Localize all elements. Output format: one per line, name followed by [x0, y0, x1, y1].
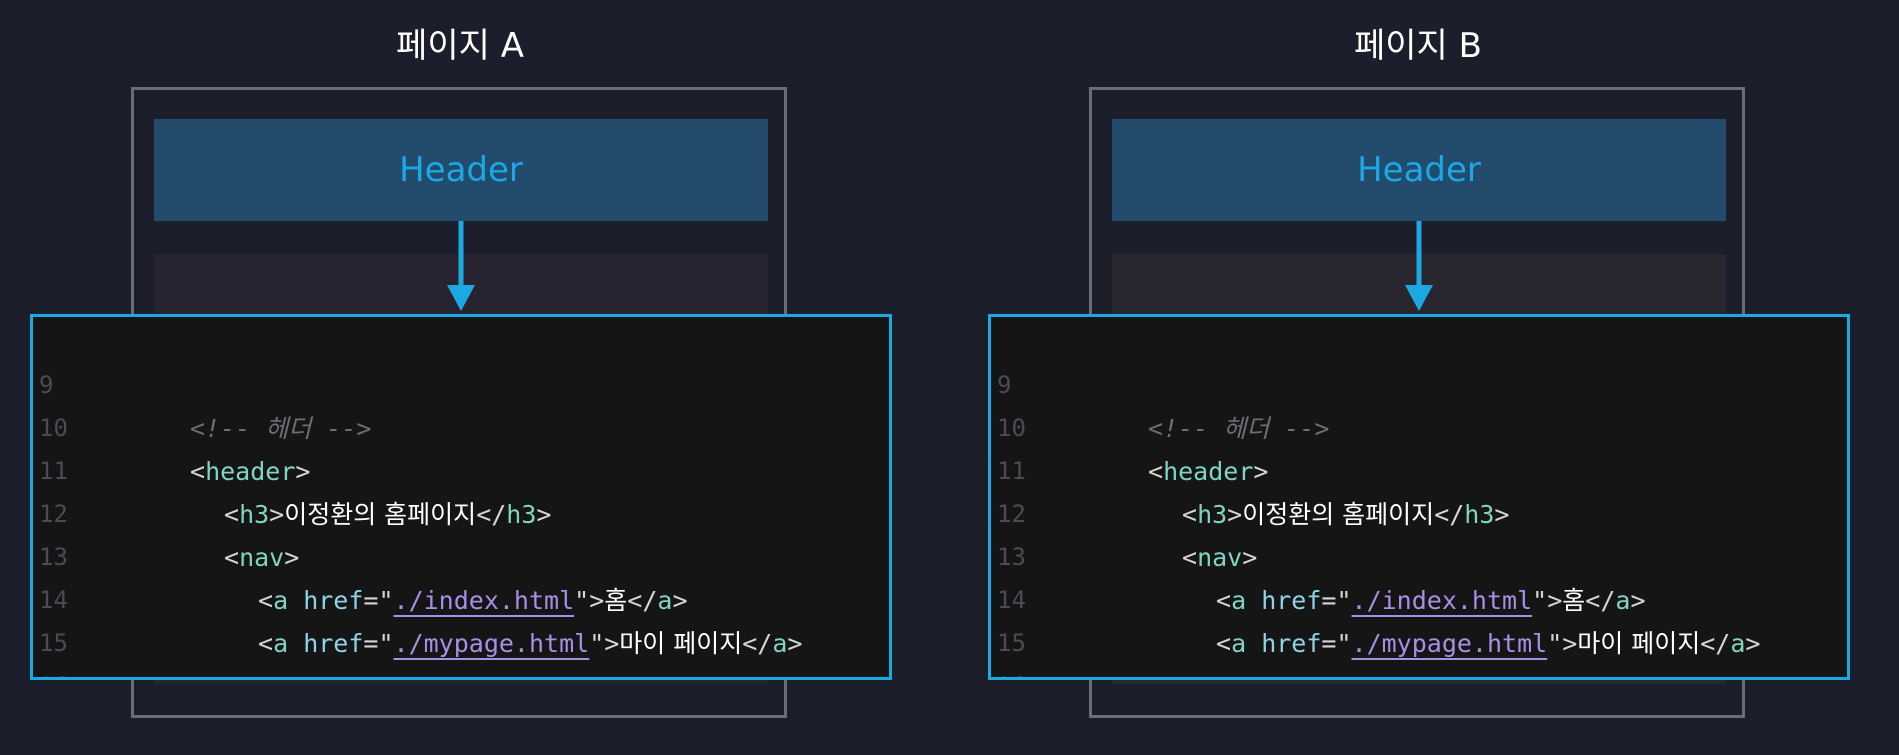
code-h3: <h3>이정환의 홈페이지</h3> [224, 500, 552, 529]
code-line: 14 <a href="./mypage.html">마이 페이지</a> [991, 536, 1760, 658]
page-title: 페이지 A [396, 26, 524, 66]
code-line: 12 <nav> [991, 450, 1257, 572]
header-label: Header [1357, 150, 1481, 190]
code-h3: <h3>이정환의 홈페이지</h3> [1182, 500, 1510, 529]
line-number: 16 [39, 665, 79, 677]
arrow-down-icon [447, 221, 475, 311]
code-line: 13 <a href="./index.html">홈</a> [33, 493, 688, 615]
panel-page-b: 페이지 B Header 9 <!-- 헤더 --> 10 <header> 1… [988, 0, 1868, 755]
header-block: Header [1112, 119, 1726, 221]
panel-page-a: 페이지 A Header 9 <!-- 헤더 --> 10 <header> 1… [30, 0, 910, 755]
code-nav-close: </nav> [224, 665, 314, 677]
code-link-home: <a href="./index.html">홈</a> [258, 586, 688, 615]
code-line: 16 </header> [991, 622, 1111, 677]
code-line: 16 </header> [33, 622, 153, 677]
code-link-mypage: <a href="./mypage.html">마이 페이지</a> [258, 629, 803, 658]
code-header-open: <header> [1148, 457, 1269, 486]
code-line: 10 <header> [33, 364, 310, 486]
header-label: Header [399, 150, 523, 190]
code-line: 9 <!-- 헤더 --> [33, 321, 371, 443]
header-block: Header [154, 119, 768, 221]
code-line: 14 <a href="./mypage.html">마이 페이지</a> [33, 536, 802, 658]
line-number: 16 [997, 665, 1037, 677]
code-line: 9 <!-- 헤더 --> [991, 321, 1329, 443]
code-nav-open: <nav> [224, 543, 300, 572]
diagram-stage: 페이지 A Header 9 <!-- 헤더 --> 10 <header> 1… [0, 0, 1899, 755]
page-title: 페이지 B [1354, 26, 1482, 66]
code-line: 15 </nav> [33, 579, 314, 677]
code-snippet: 9 <!-- 헤더 --> 10 <header> 11 <h3>이정환의 홈페… [30, 314, 892, 680]
code-comment: <!-- 헤더 --> [190, 414, 372, 443]
code-line: 10 <header> [991, 364, 1268, 486]
code-line: 12 <nav> [33, 450, 299, 572]
code-line: 11 <h3>이정환의 홈페이지</h3> [991, 407, 1509, 529]
code-header-open: <header> [190, 457, 311, 486]
code-comment: <!-- 헤더 --> [1148, 414, 1330, 443]
code-nav-close: </nav> [1182, 665, 1272, 677]
code-line: 15 </nav> [991, 579, 1272, 677]
code-snippet: 9 <!-- 헤더 --> 10 <header> 11 <h3>이정환의 홈페… [988, 314, 1850, 680]
code-nav-open: <nav> [1182, 543, 1258, 572]
code-line: 13 <a href="./index.html">홈</a> [991, 493, 1646, 615]
arrow-down-icon [1405, 221, 1433, 311]
code-line: 11 <h3>이정환의 홈페이지</h3> [33, 407, 551, 529]
code-link-home: <a href="./index.html">홈</a> [1216, 586, 1646, 615]
code-link-mypage: <a href="./mypage.html">마이 페이지</a> [1216, 629, 1761, 658]
